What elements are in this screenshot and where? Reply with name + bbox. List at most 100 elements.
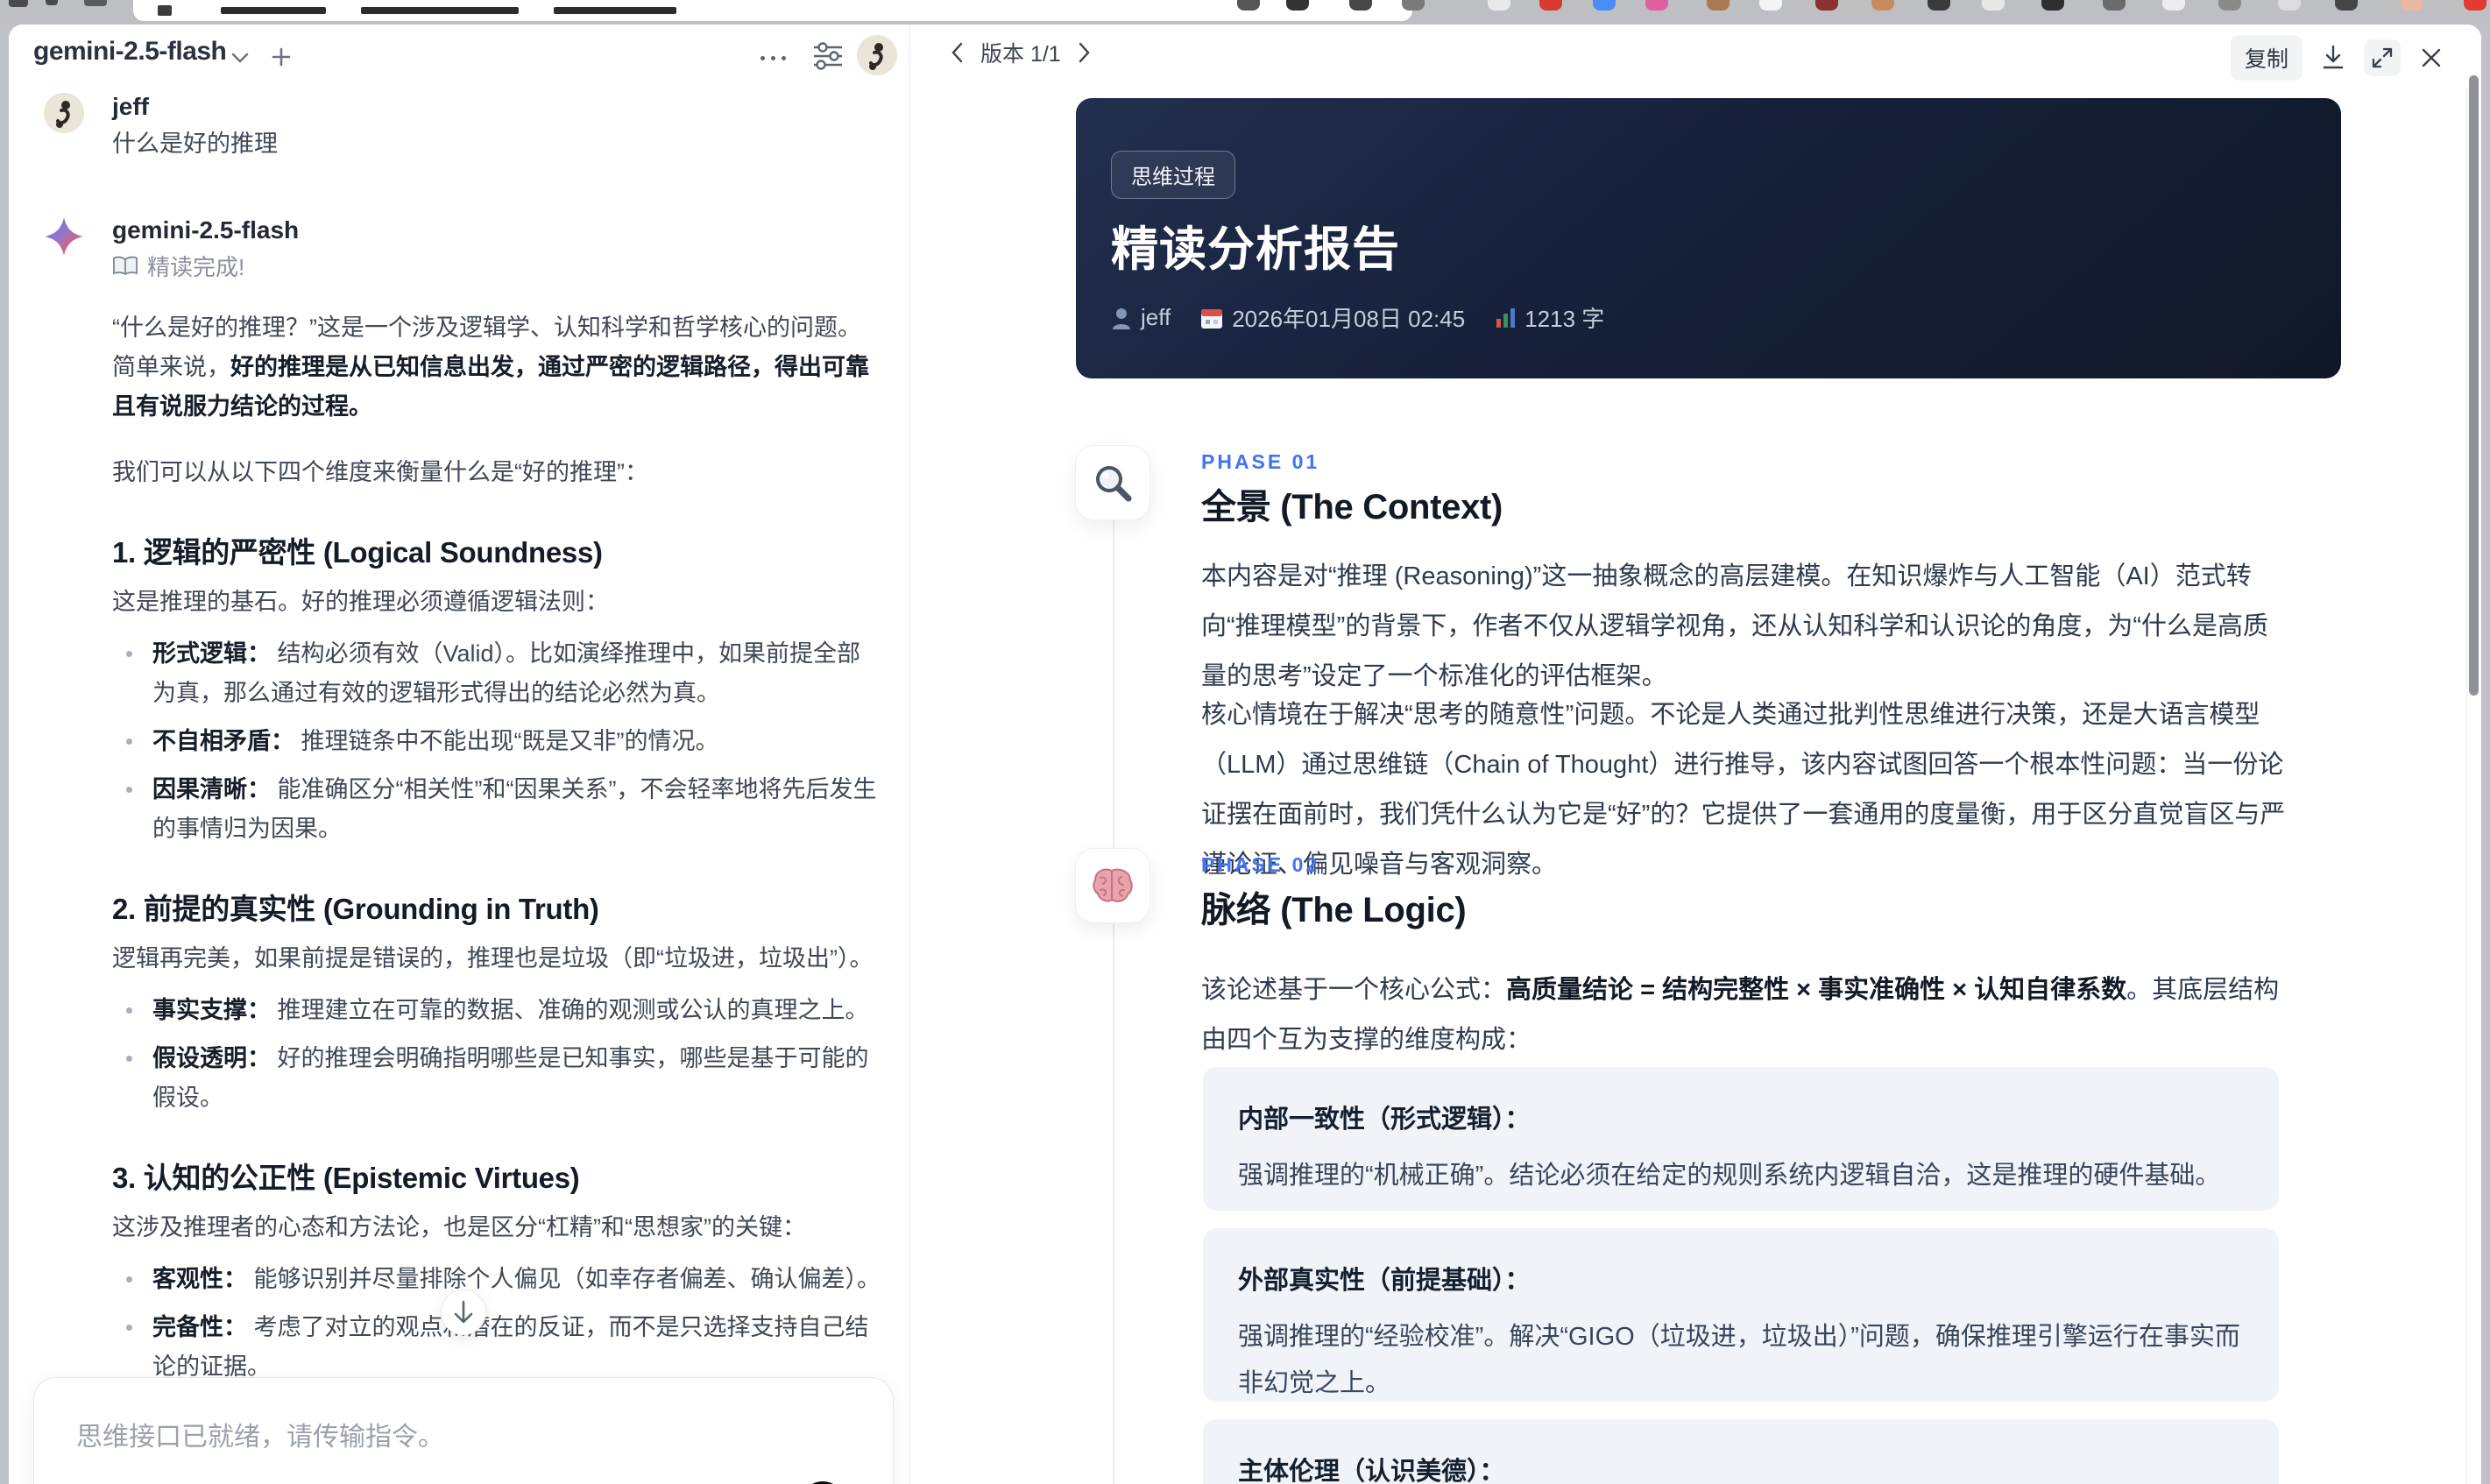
report-date: 2026年01月08日 02:45 — [1200, 301, 1465, 334]
assistant-lead: 我们可以从以下四个维度来衡量什么是“好的推理”： — [112, 459, 648, 485]
dimension-card: 主体伦理（认识美德）： 转向推理者的心理特征。引入奥卡姆剃刀和反向论证，旨在克服… — [1203, 1419, 2279, 1484]
browser-extension-icon[interactable] — [1645, 0, 1668, 11]
user-avatar[interactable] — [857, 35, 897, 75]
list-item: 事实支撑： 推理建立在可靠的数据、准确的观测或公认的真理之上。 — [112, 991, 883, 1030]
user-name: jeff — [112, 93, 149, 120]
report-title: 精读分析报告 — [1111, 223, 1400, 276]
dimension-card-title: 外部真实性（前提基础）： — [1238, 1267, 1531, 1295]
section-2-list: 事实支撑： 推理建立在可靠的数据、准确的观测或公认的真理之上。 假设透明： 好的… — [112, 991, 883, 1118]
open-book-icon — [112, 256, 138, 277]
browser-extension-icon[interactable] — [1349, 0, 1372, 11]
model-settings-icon[interactable] — [810, 40, 845, 72]
list-item: 形式逻辑： 结构必须有效（Valid）。比如演绎推理中，如果前提全部为真，那么通… — [112, 634, 883, 713]
phase-2-label: PHASE 02 — [1201, 853, 1320, 876]
browser-extension-icon[interactable] — [1593, 0, 1616, 11]
tab-title-fragment — [361, 7, 519, 14]
app-window: gemini-2.5-flash jeff 什么是好的推理 gemini-2.5… — [9, 25, 2481, 1484]
download-icon[interactable] — [2315, 39, 2352, 76]
gemini-star-icon — [44, 216, 112, 257]
scroll-to-bottom-button[interactable] — [441, 1290, 486, 1335]
browser-extension-icon[interactable] — [1286, 0, 1309, 11]
person-icon — [1111, 307, 1132, 329]
user-avatar — [44, 93, 84, 133]
calendar-icon — [1200, 307, 1223, 329]
brain-icon — [1092, 867, 1134, 904]
model-selector[interactable]: gemini-2.5-flash — [33, 37, 227, 67]
browser-extension-icon[interactable] — [2041, 0, 2064, 11]
chat-scroll-area[interactable]: jeff 什么是好的推理 gemini-2.5-flash 精读完成! “什么是… — [9, 82, 909, 1484]
phase-1-paragraph: 本内容是对“推理 (Reasoning)”这一抽象概念的高层建模。在知识爆炸与人… — [1201, 562, 2268, 690]
browser-extension-icon[interactable] — [2103, 0, 2126, 11]
section-2-desc: 逻辑再完美，如果前提是错误的，推理也是垃圾（即“垃圾进，垃圾出”）。 — [112, 945, 874, 972]
browser-extension-icon[interactable] — [1759, 0, 1782, 11]
dimension-card-body: 强调推理的“机械正确”。结论必须在给定的规则系统内逻辑自洽，这是推理的硬件基础。 — [1238, 1162, 2221, 1190]
dimension-card: 外部真实性（前提基础）： 强调推理的“经验校准”。解决“GIGO（垃圾进，垃圾出… — [1203, 1228, 2279, 1402]
browser-extension-icon[interactable] — [2278, 0, 2301, 11]
version-prev-icon[interactable] — [945, 41, 968, 64]
composer-input[interactable]: 思维接口已就绪，请传输指令。 — [76, 1415, 444, 1453]
version-next-icon[interactable] — [1073, 41, 1096, 64]
scrollbar-thumb[interactable] — [2469, 75, 2479, 696]
report-scroll-area[interactable]: 思维过程 精读分析报告 jeff 2026年01月08日 02:45 1213 … — [910, 79, 2465, 1484]
artifact-toolbar: 版本 1/1 复制 — [910, 25, 2481, 81]
browser-extension-icon[interactable] — [1237, 0, 1260, 11]
browser-extension-icon[interactable] — [2218, 0, 2241, 11]
browser-chrome-strip — [0, 0, 2490, 25]
phase-1-label: PHASE 01 — [1201, 450, 1320, 473]
phase-2-paragraph: 该论述基于一个核心公式：高质量结论 = 结构完整性 × 事实准确性 × 认知自律… — [1201, 976, 2280, 1054]
list-item: 因果清晰： 能准确区分“相关性”和“因果关系”，不会轻率地将先后发生的事情归为因… — [112, 770, 883, 849]
tab-title-fragment — [221, 7, 326, 14]
assistant-intro: “什么是好的推理？”这是一个涉及逻辑学、认知科学和哲学核心的问题。简单来说，好的… — [112, 314, 869, 420]
report-word-count: 1213 字 — [1495, 301, 1604, 334]
browser-tab[interactable] — [133, 0, 1412, 21]
copy-button[interactable]: 复制 — [2230, 35, 2303, 81]
expand-icon[interactable] — [2364, 39, 2401, 76]
composer: 思维接口已就绪，请传输指令。 — [33, 1377, 894, 1484]
user-message-text: 什么是好的推理 — [112, 131, 278, 157]
section-3-desc: 这涉及推理者的心态和方法论，也是区分“杠精”和“思想家”的关键： — [112, 1214, 806, 1240]
browser-icon-fragment — [9, 0, 28, 7]
browser-extension-icon[interactable] — [2401, 0, 2423, 11]
browser-extension-icon[interactable] — [2464, 0, 2486, 11]
user-message: jeff 什么是好的推理 — [9, 89, 909, 164]
chat-panel: gemini-2.5-flash jeff 什么是好的推理 gemini-2.5… — [9, 25, 909, 1484]
tab-grid-icon — [84, 0, 107, 6]
phase-2-title: 脉络 (The Logic) — [1201, 891, 1467, 929]
browser-extension-icon[interactable] — [1539, 0, 1562, 11]
version-label: 版本 1/1 — [980, 42, 1061, 67]
dimension-card: 内部一致性（形式逻辑）： 强调推理的“机械正确”。结论必须在给定的规则系统内逻辑… — [1203, 1067, 2279, 1211]
list-item: 完备性： 考虑了对立的观点和潜在的反证，而不是只选择支持自己结论的证据。 — [112, 1308, 883, 1387]
phase-2-icon-card — [1075, 848, 1150, 923]
browser-extension-icon[interactable] — [1871, 0, 1894, 11]
list-item: 客观性： 能够识别并尽量排除个人偏见（如幸存者偏差、确认偏差）。 — [112, 1260, 883, 1299]
tab-favicon-fragment — [158, 5, 172, 16]
browser-extension-icon[interactable] — [1488, 0, 1510, 11]
report-hero-card: 思维过程 精读分析报告 jeff 2026年01月08日 02:45 1213 … — [1076, 98, 2341, 378]
bar-chart-icon — [1495, 307, 1516, 329]
close-icon[interactable] — [2413, 39, 2450, 76]
section-1-list: 形式逻辑： 结构必须有效（Valid）。比如演绎推理中，如果前提全部为真，那么通… — [112, 634, 883, 849]
report-meta: jeff 2026年01月08日 02:45 1213 字 — [1111, 301, 1604, 334]
report-author: jeff — [1111, 304, 1171, 331]
browser-extension-icon[interactable] — [1707, 0, 1730, 11]
browser-extension-icon[interactable] — [2162, 0, 2185, 11]
chevron-down-icon[interactable] — [230, 51, 251, 65]
list-item: 不自相矛盾： 推理链条中不能出现“既是又非”的情况。 — [112, 722, 883, 761]
new-chat-button[interactable] — [268, 44, 294, 70]
browser-extension-icon[interactable] — [1928, 0, 1950, 11]
section-2-title: 2. 前提的真实性 (Grounding in Truth) — [112, 893, 599, 925]
artifact-panel: 版本 1/1 复制 思维过程 精读分析报告 jeff 2026年01月08日 0… — [910, 25, 2481, 1484]
browser-extension-icon[interactable] — [1982, 0, 2005, 11]
browser-extension-icon[interactable] — [1402, 0, 1425, 11]
list-item: 假设透明： 好的推理会明确指明哪些是已知事实，哪些是基于可能的假设。 — [112, 1039, 883, 1118]
chat-header: gemini-2.5-flash — [9, 25, 909, 81]
dimension-card-title: 内部一致性（形式逻辑）： — [1238, 1106, 1531, 1134]
phase-1-paragraph: 核心情境在于解决“思考的随意性”问题。不论是人类通过批判性思维进行决策，还是大语… — [1201, 701, 2286, 879]
browser-extension-icon[interactable] — [2335, 0, 2358, 11]
timeline-connector — [1113, 517, 1114, 850]
browser-extension-icon[interactable] — [1815, 0, 1838, 11]
timeline-connector — [1113, 924, 1114, 1484]
section-1-desc: 这是推理的基石。好的推理必须遵循逻辑法则： — [112, 589, 609, 615]
browser-icon-fragment — [46, 0, 58, 5]
more-options-button[interactable] — [753, 49, 792, 67]
